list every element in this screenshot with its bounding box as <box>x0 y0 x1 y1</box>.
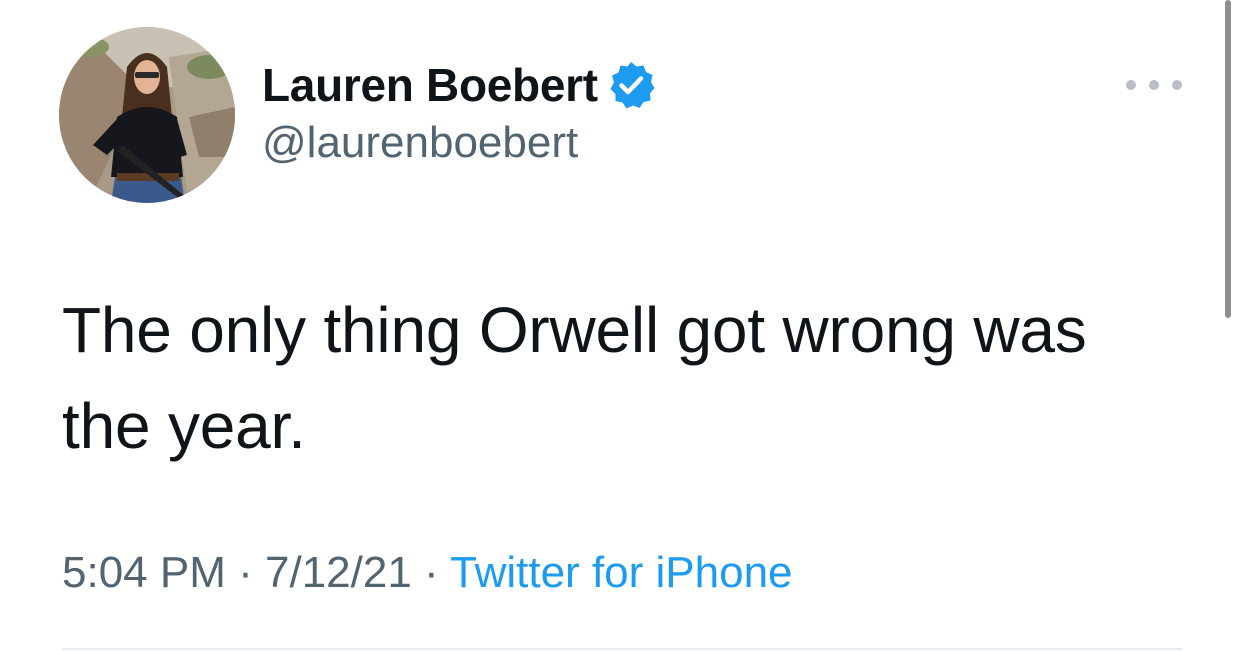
scrollbar[interactable] <box>1225 0 1231 318</box>
avatar-image <box>59 27 235 203</box>
tweet-text: The only thing Orwell got wrong was the … <box>62 294 1087 462</box>
divider <box>62 648 1182 650</box>
verified-badge-icon <box>606 60 656 110</box>
ellipsis-icon <box>1126 80 1136 90</box>
ellipsis-icon <box>1172 80 1182 90</box>
tweet-time[interactable]: 5:04 PM <box>62 548 226 597</box>
tweet-date[interactable]: 7/12/21 <box>265 548 412 597</box>
tweet-detail: Lauren Boebert @laurenboebert The only t… <box>0 0 1242 651</box>
author-handle[interactable]: @laurenboebert <box>262 118 578 168</box>
tweet-metadata: 5:04 PM · 7/12/21 · Twitter for iPhone <box>62 548 793 598</box>
ellipsis-icon <box>1149 80 1159 90</box>
avatar[interactable] <box>59 27 235 203</box>
more-options-button[interactable] <box>1126 70 1182 100</box>
meta-separator: · <box>424 548 451 597</box>
meta-separator: · <box>238 548 265 597</box>
display-name[interactable]: Lauren Boebert <box>262 58 598 112</box>
author-name-row[interactable]: Lauren Boebert <box>262 55 656 115</box>
tweet-source-link[interactable]: Twitter for iPhone <box>450 548 792 597</box>
